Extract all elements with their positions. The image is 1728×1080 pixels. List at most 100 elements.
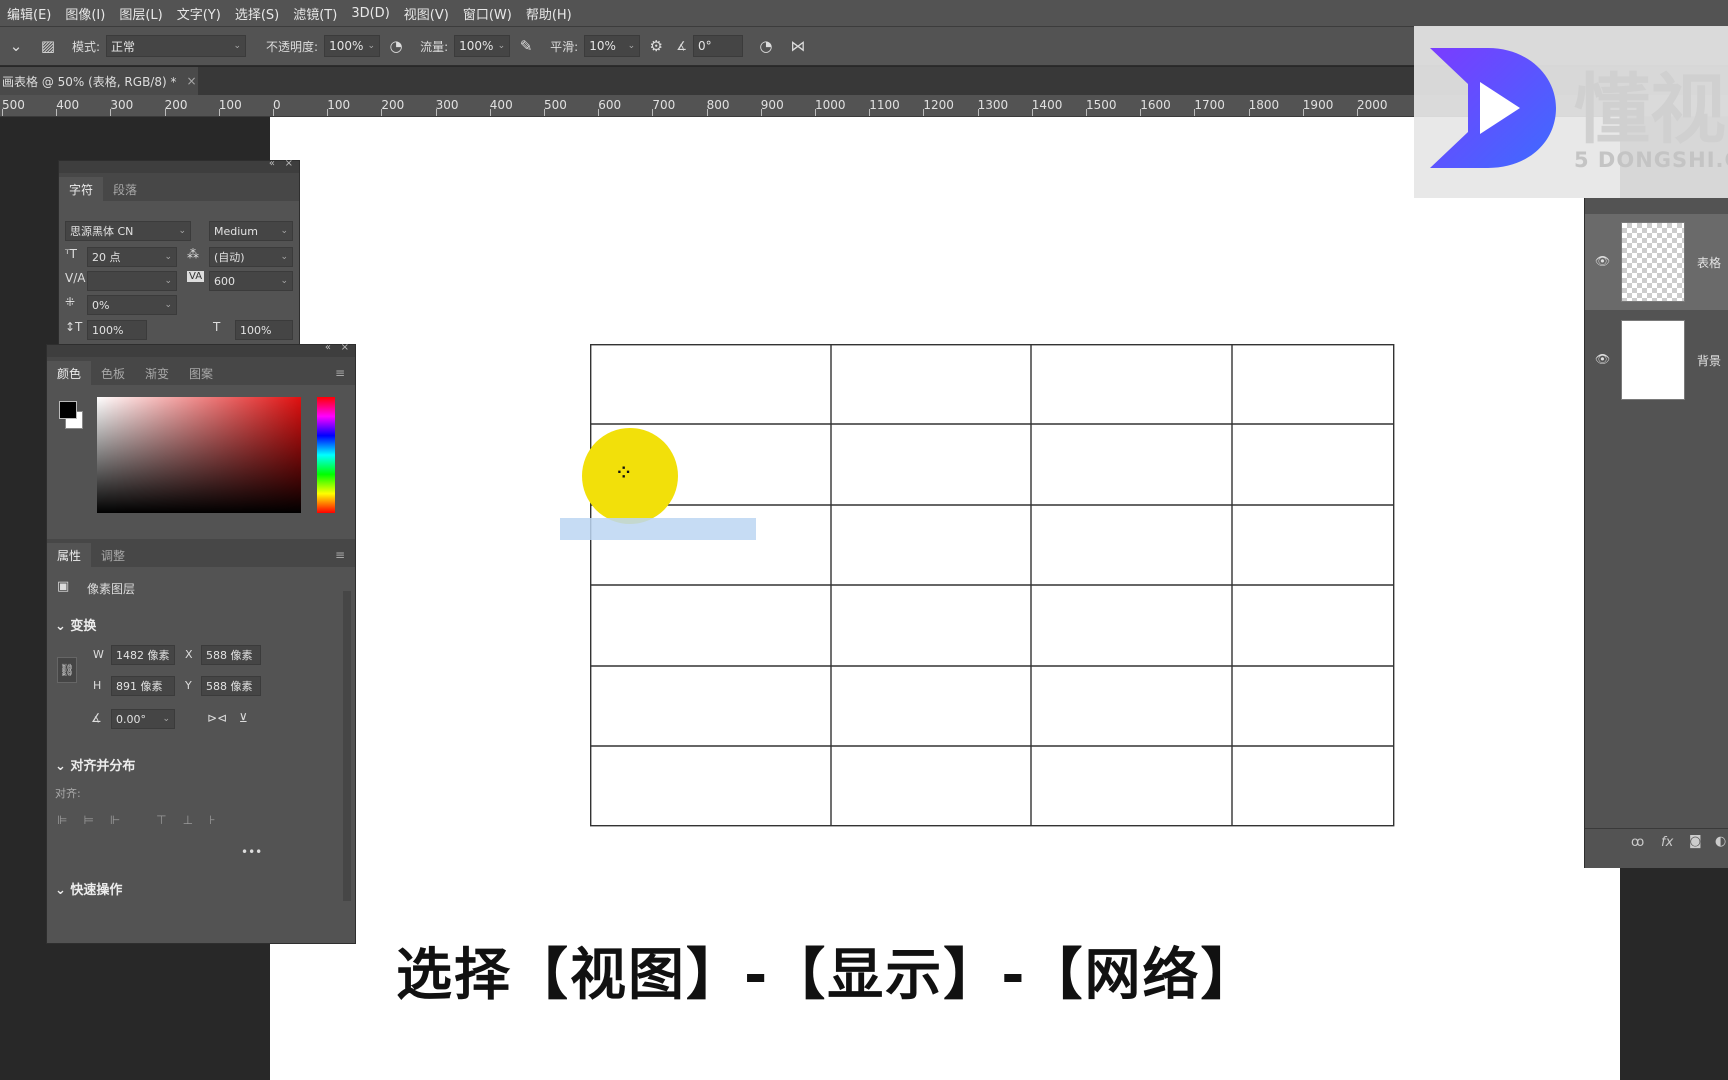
flip-horizontal-icon[interactable]: ⊳⊲ xyxy=(207,711,227,725)
mode-label: 模式: xyxy=(72,39,101,54)
menu-item[interactable]: 3D(D) xyxy=(344,6,396,21)
menu-item[interactable]: 文字(Y) xyxy=(170,4,228,23)
menu-item[interactable]: 帮助(H) xyxy=(519,4,579,23)
tab-character[interactable]: 字符 xyxy=(59,177,104,201)
menu-item[interactable]: 窗口(W) xyxy=(456,4,519,23)
x-field[interactable]: 588 像素 xyxy=(201,645,261,665)
font-style-select[interactable]: Medium ⌄ xyxy=(209,221,293,241)
ruler-label: 1100 xyxy=(869,98,900,112)
color-field[interactable] xyxy=(97,397,301,513)
move-cursor-icon: ⁘ xyxy=(617,463,632,482)
pressure-size-icon[interactable]: ◔ xyxy=(755,35,777,57)
brush-settings-icon[interactable]: ▨ xyxy=(37,35,59,57)
mask-icon[interactable]: ◙ xyxy=(1689,834,1702,849)
watermark-logo: 懂视 5 DONGSHI.C xyxy=(1414,26,1728,198)
visibility-eye-icon[interactable]: 👁 xyxy=(1595,352,1610,366)
document-tab[interactable]: 画表格 @ 50% (表格, RGB/8) * × xyxy=(0,67,198,95)
symmetry-icon[interactable]: ⋈ xyxy=(787,35,809,57)
rotate-icon: ∡ xyxy=(91,711,102,725)
ruler-label: 600 xyxy=(598,98,622,112)
flow-field[interactable]: 100% ⌄ xyxy=(454,35,511,57)
collapse-icon[interactable]: « xyxy=(325,342,331,353)
panel-scrollbar[interactable] xyxy=(343,591,351,901)
tab-patterns[interactable]: 图案 xyxy=(179,361,223,385)
fx-icon[interactable]: fx xyxy=(1661,835,1673,850)
close-tab-icon[interactable]: × xyxy=(186,74,196,88)
mode-select[interactable]: 正常 ⌄ xyxy=(106,35,247,57)
link-icon[interactable]: ⛓ xyxy=(57,657,77,683)
properties-panel-tabs: 属性 调整 ≡ xyxy=(47,539,355,567)
menu-item[interactable]: 视图(V) xyxy=(397,4,456,23)
horizontal-scale-field[interactable]: 100% xyxy=(235,320,293,340)
close-icon[interactable]: × xyxy=(341,342,349,353)
layer-row[interactable]: 👁 背景 xyxy=(1585,312,1728,408)
menu-item[interactable]: 图像(I) xyxy=(58,4,112,23)
menu-item[interactable]: 编辑(E) xyxy=(0,4,58,23)
collapse-icon[interactable]: « xyxy=(269,158,275,169)
align-buttons[interactable]: ⊫⊨⊩ ⊤⊥⊦ xyxy=(57,813,231,827)
ruler-label: 200 xyxy=(164,98,188,112)
width-field[interactable]: 1482 像素 xyxy=(111,645,175,665)
tab-properties[interactable]: 属性 xyxy=(47,543,92,567)
x-label: X xyxy=(185,648,193,661)
link-layers-icon[interactable]: ꝏ xyxy=(1631,835,1644,850)
ruler-label: 800 xyxy=(706,98,730,112)
ruler-label: 0 xyxy=(273,98,281,112)
ruler-tick xyxy=(1031,109,1033,116)
pressure-opacity-icon[interactable]: ◔ xyxy=(385,35,407,57)
font-size-field[interactable]: 20 点 ⌄ xyxy=(87,247,177,267)
ruler-label: 400 xyxy=(56,98,80,112)
leading-field[interactable]: (自动) ⌄ xyxy=(209,247,293,267)
color-panel-tabs: 颜色 色板 渐变 图案 ≡ xyxy=(47,357,355,385)
y-label: Y xyxy=(185,679,192,692)
flip-vertical-icon[interactable]: ⊻ xyxy=(239,711,248,725)
height-field[interactable]: 891 像素 xyxy=(111,676,175,696)
quick-actions-title[interactable]: ⌄ 快速操作 xyxy=(55,879,122,898)
ruler-tick xyxy=(273,109,274,116)
ruler-label: 1200 xyxy=(923,98,954,112)
layer-row[interactable]: 👁 表格 xyxy=(1585,214,1728,310)
tracking-field[interactable]: 600 ⌄ xyxy=(209,271,293,291)
visibility-eye-icon[interactable]: 👁 xyxy=(1595,254,1610,268)
tab-gradients[interactable]: 渐变 xyxy=(135,361,179,385)
smooth-field[interactable]: 10% ⌄ xyxy=(584,35,641,57)
opacity-field[interactable]: 100% ⌄ xyxy=(324,35,381,57)
tab-paragraph[interactable]: 段落 xyxy=(103,177,147,201)
layer-name: 表格 xyxy=(1697,256,1722,270)
tab-swatches[interactable]: 色板 xyxy=(91,361,135,385)
hue-slider[interactable] xyxy=(317,397,335,513)
ruler-tick xyxy=(56,109,58,116)
y-field[interactable]: 588 像素 xyxy=(201,676,261,696)
adjustment-icon[interactable]: ◐ xyxy=(1715,834,1726,849)
rotation-field[interactable]: 0.00° ⌄ xyxy=(111,709,175,729)
ruler-label: 300 xyxy=(435,98,459,112)
vertical-scale-field[interactable]: 100% xyxy=(87,320,147,340)
ruler-tick xyxy=(815,109,816,116)
ruler-label: 200 xyxy=(381,98,405,112)
align-section-title[interactable]: ⌄ 对齐并分布 xyxy=(55,755,135,774)
menu-item[interactable]: 图层(L) xyxy=(112,4,169,23)
more-options-icon[interactable]: ••• xyxy=(241,845,262,859)
gear-icon[interactable]: ⚙ xyxy=(645,35,667,57)
menu-item[interactable]: 滤镜(T) xyxy=(286,4,344,23)
brush-preset-icon[interactable]: ⌄ xyxy=(5,35,27,57)
angle-field[interactable]: 0° xyxy=(692,35,743,57)
ruler-label: 300 xyxy=(110,98,134,112)
tab-color[interactable]: 颜色 xyxy=(47,361,92,385)
font-family-select[interactable]: 思源黑体 CN ⌄ xyxy=(65,221,191,241)
ruler-tick xyxy=(1140,109,1142,116)
kerning-icon: V/A xyxy=(65,271,86,285)
transform-section-title[interactable]: ⌄ 变换 xyxy=(55,615,96,634)
scale-field[interactable]: 0% ⌄ xyxy=(87,295,177,315)
ruler-tick xyxy=(977,109,979,116)
character-panel-tabs: 字符 段落 xyxy=(59,173,299,201)
panel-menu-icon[interactable]: ≡ xyxy=(325,361,355,385)
airbrush-icon[interactable]: ✎ xyxy=(515,35,537,57)
foreground-color-swatch[interactable] xyxy=(59,401,77,419)
close-icon[interactable]: × xyxy=(285,158,293,169)
color-properties-panel: « × 颜色 色板 渐变 图案 ≡ 属性 调整 ≡ ▣ 像素图层 ⌄ 变换 ⛓ … xyxy=(46,342,356,944)
tab-adjustments[interactable]: 调整 xyxy=(91,543,135,567)
panel-menu-icon[interactable]: ≡ xyxy=(325,543,355,567)
menu-item[interactable]: 选择(S) xyxy=(228,4,286,23)
kerning-field[interactable]: ⌄ xyxy=(87,271,177,291)
